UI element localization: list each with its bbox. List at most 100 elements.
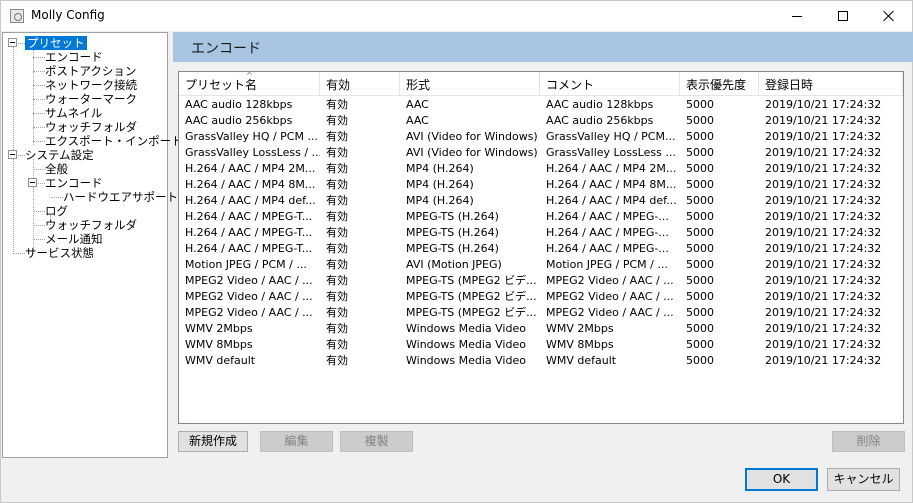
ok-button[interactable]: OK — [745, 468, 818, 491]
edit-button[interactable]: 編集 — [260, 431, 333, 452]
tree-item[interactable]: エクスポート・インポート — [45, 134, 183, 148]
tree-item-label: サムネイル — [45, 106, 103, 120]
tree-item[interactable]: サムネイル — [45, 106, 102, 120]
table-cell: 2019/10/21 17:24:32 — [765, 290, 882, 303]
table-row[interactable]: MPEG2 Video / AAC / ... 有効 MPEG-TS (MPEG2 … — [179, 305, 903, 321]
table-row[interactable]: H.264 / AAC / MP4 2M... 有効 MP4 (H.264) H.26… — [179, 161, 903, 177]
copy-button[interactable]: 複製 — [340, 431, 413, 452]
minimize-button[interactable] — [774, 1, 820, 31]
tree-item-label: ネットワーク接続 — [45, 78, 137, 92]
table-cell: 5000 — [686, 290, 714, 303]
tree-collapse-icon[interactable] — [8, 38, 17, 47]
table-cell: 2019/10/21 17:24:32 — [765, 178, 882, 191]
panel-header: エンコード — [173, 32, 913, 62]
tree-connector — [33, 71, 45, 72]
table-cell: 2019/10/21 17:24:32 — [765, 98, 882, 111]
table-cell: WMV default — [185, 354, 256, 367]
tree-item[interactable]: プリセット — [25, 36, 87, 50]
table-cell: H.264 / AAC / MPEG-T... — [185, 210, 313, 223]
table-row[interactable]: H.264 / AAC / MPEG-T... 有効 MPEG-TS (H.264)… — [179, 225, 903, 241]
new-button[interactable]: 新規作成 — [178, 431, 248, 452]
tree-item[interactable]: ウォーターマーク — [45, 92, 137, 106]
table-cell: H.264 / AAC / MP4 2M... — [185, 162, 316, 175]
window-title: Molly Config — [31, 8, 105, 22]
tree-item[interactable]: サービス状態 — [25, 246, 94, 260]
table-cell: WMV 2Mbps — [185, 322, 253, 335]
table-cell: AAC audio 256kbps — [546, 114, 654, 127]
maximize-button[interactable] — [820, 1, 866, 31]
tree-item-label: エンコード — [45, 176, 103, 190]
tree-collapse-icon[interactable] — [8, 150, 17, 159]
table-row[interactable]: WMV default 有効 Windows Media Video WMV defa… — [179, 353, 903, 369]
table-row[interactable]: Motion JPEG / PCM / ... 有効 AVI (Motion JPE… — [179, 257, 903, 273]
tree-item[interactable]: エンコード — [45, 50, 103, 64]
delete-button[interactable]: 削除 — [832, 431, 905, 452]
table-cell: Windows Media Video — [406, 338, 526, 351]
table-cell: 有効 — [326, 210, 348, 223]
tree-item[interactable]: エンコード — [45, 176, 103, 190]
table-row[interactable]: H.264 / AAC / MP4 8M... 有効 MP4 (H.264) H.26… — [179, 177, 903, 193]
table-row[interactable]: MPEG2 Video / AAC / ... 有効 MPEG-TS (MPEG2 … — [179, 273, 903, 289]
settings-tree[interactable]: プリセット エンコード ポストアクション ネットワーク接続 ウォーターマーク サムネイルウ… — [2, 32, 183, 458]
tree-item-label: エクスポート・インポート — [45, 134, 183, 148]
table-cell: 2019/10/21 17:24:32 — [765, 162, 882, 175]
app-window: Molly Config プリセット エンコード ポストアクション ネットワーク接続ウ… — [0, 0, 913, 503]
table-row[interactable]: H.264 / AAC / MPEG-T... 有効 MPEG-TS (H.264)… — [179, 209, 903, 225]
close-button[interactable] — [866, 1, 912, 31]
table-cell: 5000 — [686, 194, 714, 207]
tree-item[interactable]: ウォッチフォルダ — [45, 120, 137, 134]
table-row[interactable]: AAC audio 128kbps 有効 AAC AAC audio 128kbps 5… — [179, 97, 903, 113]
table-cell: H.264 / AAC / MPEG-... — [546, 242, 669, 255]
table-cell: H.264 / AAC / MPEG-T... — [185, 226, 313, 239]
table-row[interactable]: GrassValley LossLess / ... 有効 AVI (Video f… — [179, 145, 903, 161]
column-header[interactable]: 形式 — [400, 72, 540, 96]
tree-item[interactable]: システム設定 — [25, 148, 94, 162]
table-row[interactable]: H.264 / AAC / MPEG-T... 有効 MPEG-TS (H.264)… — [179, 241, 903, 257]
table-cell: H.264 / AAC / MPEG-... — [546, 226, 669, 239]
table-cell: AVI (Video for Windows) — [406, 146, 538, 159]
table-row[interactable]: GrassValley HQ / PCM ... 有効 AVI (Video for… — [179, 129, 903, 145]
tree-item[interactable]: ポストアクション — [45, 64, 136, 78]
table-row[interactable]: MPEG2 Video / AAC / ... 有効 MPEG-TS (MPEG2 … — [179, 289, 903, 305]
table-cell: H.264 / AAC / MP4 2M... — [546, 162, 677, 175]
table-row[interactable]: H.264 / AAC / MP4 def... 有効 MP4 (H.264) H.2… — [179, 193, 903, 209]
table-cell: 有効 — [326, 146, 348, 159]
tree-item-label: ウォッチフォルダ — [45, 218, 137, 232]
table-cell: MPEG2 Video / AAC / ... — [185, 290, 313, 303]
table-cell: MPEG-TS (H.264) — [406, 242, 499, 255]
table-cell: MPEG-TS (MPEG2 ビデ... — [406, 290, 537, 303]
column-header[interactable]: 登録日時 — [759, 72, 903, 96]
tree-item[interactable]: ハードウエアサポート — [63, 190, 178, 204]
column-header[interactable]: 表示優先度 — [680, 72, 759, 96]
column-header[interactable]: 有効 — [320, 72, 400, 96]
table-cell: WMV default — [546, 354, 617, 367]
maximize-icon — [838, 11, 848, 21]
table-cell: 2019/10/21 17:24:32 — [765, 130, 882, 143]
column-header[interactable]: プリセット名 ^ — [179, 72, 320, 96]
tree-item-label: ログ — [45, 204, 68, 218]
table-cell: GrassValley LossLess ... — [546, 146, 676, 159]
tree-item[interactable]: ログ — [45, 204, 68, 218]
preset-list[interactable]: プリセット名 ^ 有効 形式 コメント 表示優先度 登録日時 AAC audio 128kb… — [178, 71, 904, 424]
tree-item[interactable]: ウォッチフォルダ — [45, 218, 137, 232]
table-row[interactable]: WMV 8Mbps 有効 Windows Media Video WMV 8Mbps 5… — [179, 337, 903, 353]
table-cell: 2019/10/21 17:24:32 — [765, 146, 882, 159]
column-header[interactable]: コメント — [540, 72, 680, 96]
tree-item-label: ウォーターマーク — [45, 92, 137, 106]
tree-connector — [33, 57, 45, 58]
title-bar[interactable]: Molly Config — [1, 1, 912, 31]
cancel-button[interactable]: キャンセル — [827, 468, 900, 491]
table-cell: AAC audio 128kbps — [546, 98, 654, 111]
tree-connector — [33, 239, 45, 240]
table-cell: 2019/10/21 17:24:32 — [765, 226, 882, 239]
table-cell: 2019/10/21 17:24:32 — [765, 274, 882, 287]
tree-item[interactable]: ネットワーク接続 — [45, 78, 137, 92]
tree-item[interactable]: 全般 — [45, 162, 68, 176]
tree-item[interactable]: メール通知 — [45, 232, 103, 246]
tree-collapse-icon[interactable] — [28, 178, 37, 187]
table-row[interactable]: WMV 2Mbps 有効 Windows Media Video WMV 2Mbps 5… — [179, 321, 903, 337]
column-header-label: 表示優先度 — [686, 78, 747, 92]
table-row[interactable]: AAC audio 256kbps 有効 AAC AAC audio 256kbps 5… — [179, 113, 903, 129]
table-cell: 5000 — [686, 178, 714, 191]
tree-item-label: エンコード — [45, 50, 103, 64]
